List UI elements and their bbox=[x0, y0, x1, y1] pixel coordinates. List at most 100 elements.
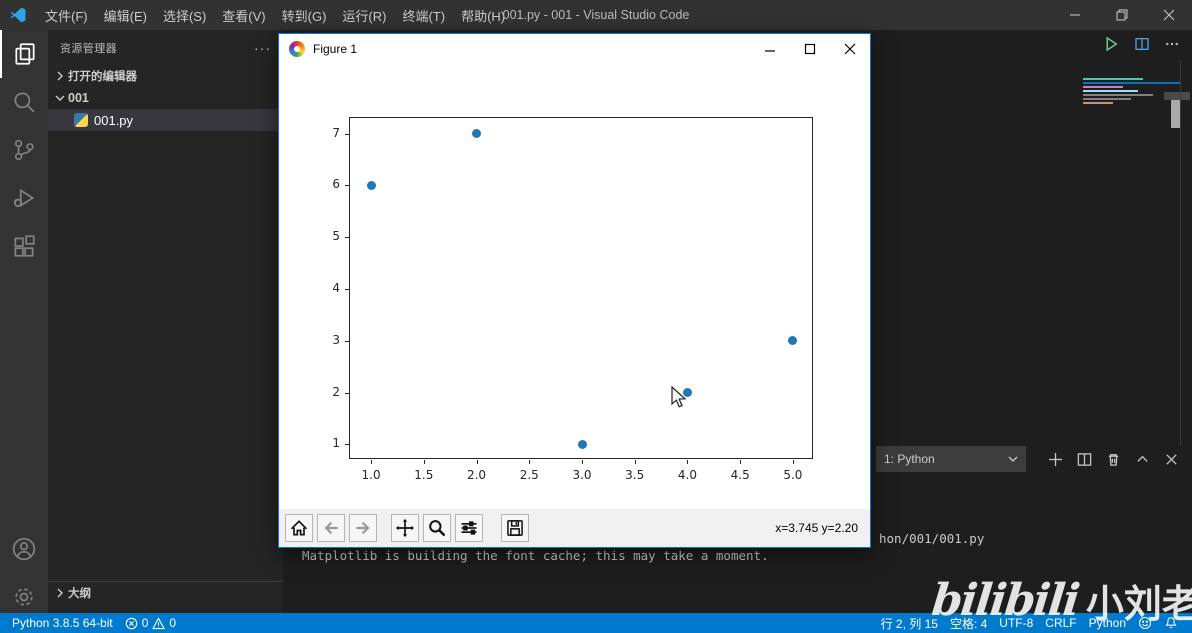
scatter-point bbox=[472, 129, 482, 139]
save-button[interactable] bbox=[501, 514, 529, 542]
python-version-label: Python 3.8.5 64-bit bbox=[12, 616, 113, 630]
kill-terminal-trash-icon[interactable] bbox=[1106, 452, 1121, 467]
figure-title: Figure 1 bbox=[313, 42, 358, 56]
terminal-output: Matplotlib is building the font cache; t… bbox=[302, 548, 769, 563]
x-tick-label: 2.0 bbox=[466, 468, 487, 482]
source-control-icon[interactable] bbox=[0, 126, 48, 174]
x-tick-mark bbox=[476, 460, 478, 464]
close-button[interactable] bbox=[1145, 0, 1192, 30]
terminal-panel-header: 1: Python bbox=[876, 446, 1179, 472]
screen: 文件(F) 编辑(E) 选择(S) 查看(V) 转到(G) 运行(R) 终端(T) 帮助(H)… bbox=[0, 0, 1192, 633]
y-tick-label: 3 bbox=[332, 332, 340, 347]
configure-subplots-button[interactable] bbox=[455, 514, 483, 542]
y-tick-mark bbox=[345, 133, 349, 135]
x-tick-label: 1.5 bbox=[414, 468, 434, 482]
split-editor-button[interactable] bbox=[1134, 36, 1150, 52]
python-interpreter-status[interactable]: Python 3.8.5 64-bit bbox=[6, 616, 119, 630]
matplotlib-figure-window[interactable]: Figure 1 1.0 1.5 2.0 2.5 3.0 3.5 4.0 4.5 5.0 1 2 3 4… bbox=[278, 33, 871, 548]
chevron-down-icon bbox=[52, 93, 68, 103]
window-controls bbox=[1051, 0, 1192, 30]
home-button[interactable] bbox=[285, 514, 313, 542]
menu-bar: 文件(F) 编辑(E) 选择(S) 查看(V) 转到(G) 运行(R) 终端(T) 帮助(H) bbox=[37, 0, 513, 30]
outline-section[interactable]: 大纲 bbox=[48, 581, 283, 603]
menu-item[interactable]: 终端(T) bbox=[394, 6, 453, 25]
y-tick-label: 5 bbox=[332, 229, 340, 244]
window-title: 001.py - 001 - Visual Studio Code bbox=[502, 8, 690, 22]
extensions-icon[interactable] bbox=[0, 222, 48, 270]
x-tick-mark bbox=[634, 460, 636, 464]
watermark-text: 小刘老赖 bbox=[1085, 583, 1192, 626]
explorer-icon[interactable] bbox=[0, 30, 48, 78]
open-editors-section[interactable]: 打开的编辑器 bbox=[48, 65, 283, 87]
account-icon[interactable] bbox=[0, 525, 48, 573]
python-file-icon bbox=[74, 113, 88, 127]
terminal-selector-dropdown[interactable]: 1: Python bbox=[876, 446, 1026, 472]
zoom-rect-button[interactable] bbox=[423, 514, 451, 542]
menu-item[interactable]: 转到(G) bbox=[274, 6, 335, 25]
back-button[interactable] bbox=[317, 514, 345, 542]
close-panel-icon[interactable] bbox=[1164, 452, 1179, 467]
more-actions-icon[interactable] bbox=[1164, 36, 1180, 52]
sidebar-header: 资源管理器 ··· bbox=[48, 30, 283, 65]
x-tick-label: 4.0 bbox=[677, 468, 697, 482]
figure-close-button[interactable] bbox=[830, 34, 870, 64]
y-tick-mark bbox=[345, 289, 349, 290]
terminal-output: hon/001/001.py bbox=[879, 531, 985, 546]
x-tick-mark bbox=[371, 460, 373, 464]
figure-minimize-button[interactable] bbox=[750, 34, 790, 64]
pan-button[interactable] bbox=[391, 514, 419, 542]
activity-bar bbox=[0, 30, 48, 613]
menu-item[interactable]: 运行(R) bbox=[334, 6, 394, 25]
y-tick-mark bbox=[345, 237, 349, 239]
x-tick-mark bbox=[423, 460, 425, 464]
file-row-001py[interactable]: 001.py bbox=[48, 109, 283, 131]
x-tick-label: 5.0 bbox=[783, 468, 803, 482]
forward-button[interactable] bbox=[349, 514, 377, 542]
y-tick-mark bbox=[345, 444, 349, 446]
y-tick-label: 1 bbox=[332, 436, 340, 451]
run-file-button[interactable] bbox=[1102, 35, 1120, 53]
warning-icon bbox=[152, 616, 166, 630]
menu-item[interactable]: 编辑(E) bbox=[96, 6, 155, 25]
minimap-line bbox=[1083, 102, 1113, 104]
scrollbar-track bbox=[1180, 60, 1181, 445]
x-tick-mark bbox=[792, 460, 794, 464]
y-tick-mark bbox=[345, 185, 349, 187]
axes: 1.0 1.5 2.0 2.5 3.0 3.5 4.0 4.5 5.0 1 2 3 4 5 6 7 bbox=[332, 117, 813, 482]
figure-canvas[interactable]: 1.0 1.5 2.0 2.5 3.0 3.5 4.0 4.5 5.0 1 2 3 4 5 6 7 bbox=[279, 64, 870, 511]
editor-actions bbox=[1102, 35, 1180, 53]
y-tick-mark bbox=[345, 392, 349, 394]
x-tick-mark bbox=[582, 460, 583, 464]
figure-toolbar: x=3.745 y=2.20 bbox=[279, 509, 870, 547]
minimize-button[interactable] bbox=[1051, 0, 1098, 30]
new-terminal-icon[interactable] bbox=[1048, 452, 1063, 467]
matplotlib-logo-icon bbox=[289, 41, 305, 57]
minimap-slider[interactable] bbox=[1164, 92, 1190, 100]
minimap[interactable] bbox=[1083, 76, 1180, 106]
menu-item[interactable]: 文件(F) bbox=[37, 6, 96, 25]
menu-item[interactable]: 查看(V) bbox=[214, 6, 273, 25]
mouse-cursor bbox=[671, 386, 687, 408]
figure-maximize-button[interactable] bbox=[790, 34, 830, 64]
more-actions-icon[interactable]: ··· bbox=[254, 40, 271, 56]
folder-row-001[interactable]: 001 bbox=[48, 87, 283, 109]
restore-button[interactable] bbox=[1098, 0, 1145, 30]
figure-titlebar[interactable]: Figure 1 bbox=[279, 34, 870, 64]
search-icon[interactable] bbox=[0, 78, 48, 126]
scatter-point bbox=[788, 336, 798, 346]
problems-status[interactable]: 0 0 bbox=[119, 616, 182, 630]
split-terminal-icon[interactable] bbox=[1077, 452, 1092, 467]
maximize-panel-icon[interactable] bbox=[1135, 452, 1150, 467]
y-tick-label: 6 bbox=[332, 177, 340, 192]
x-tick-label: 3.0 bbox=[572, 468, 592, 482]
scatter-point bbox=[577, 439, 587, 449]
file-name: 001.py bbox=[94, 112, 134, 128]
menu-item[interactable]: 选择(S) bbox=[155, 6, 214, 25]
error-icon bbox=[125, 617, 138, 630]
run-debug-icon[interactable] bbox=[0, 174, 48, 222]
y-tick-label: 2 bbox=[332, 384, 340, 399]
y-tick-label: 4 bbox=[332, 281, 340, 295]
minimap-line bbox=[1083, 78, 1143, 80]
chevron-right-icon bbox=[52, 71, 68, 81]
x-tick-mark bbox=[529, 460, 531, 464]
